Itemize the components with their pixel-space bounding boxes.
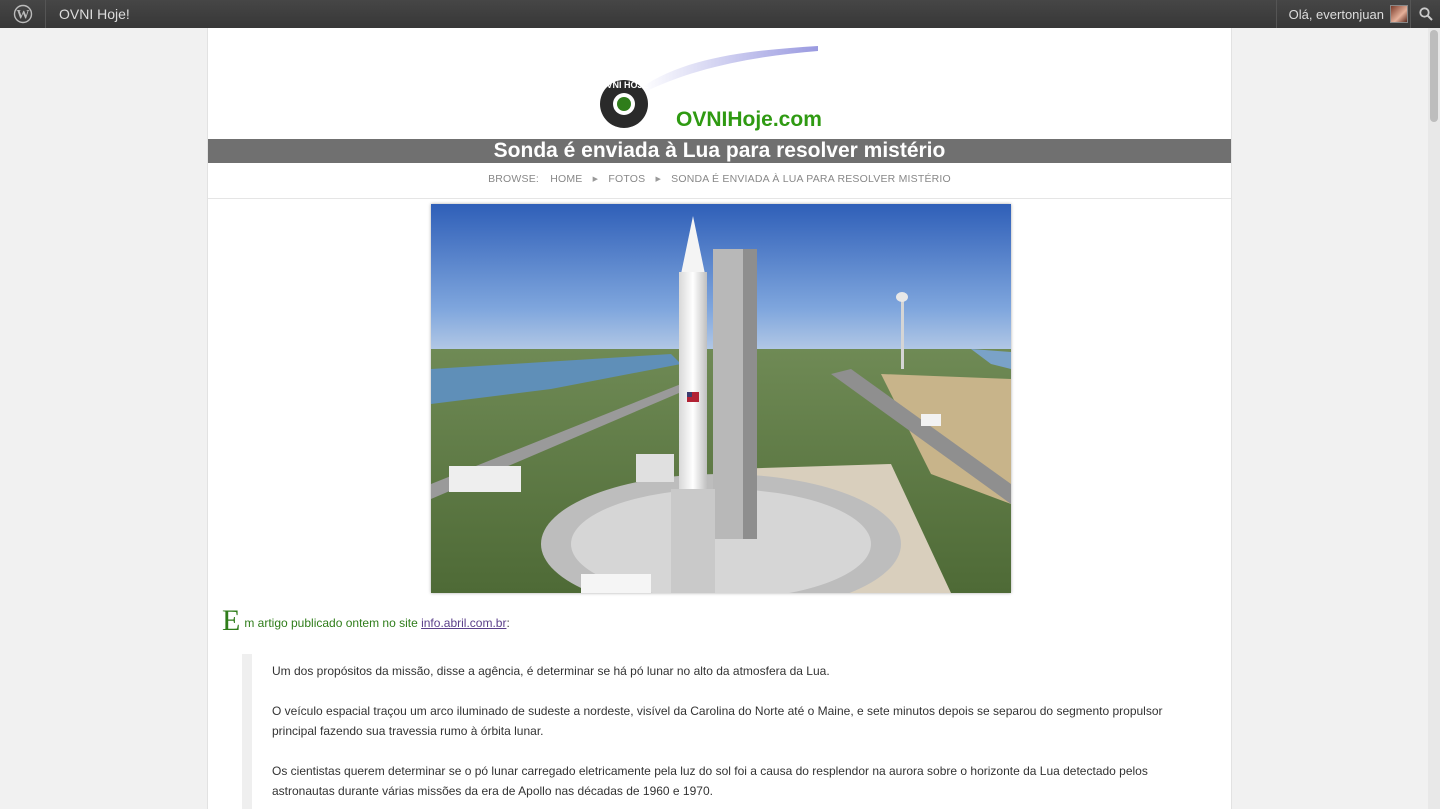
breadcrumb-home-link[interactable]: HOME — [550, 173, 582, 185]
breadcrumb-fotos-link[interactable]: FOTOS — [608, 173, 645, 185]
page-container: OVNI HOJE OVNIHoje.com Sonda é enviada à… — [207, 28, 1232, 809]
svg-text:W: W — [16, 7, 29, 22]
greeting-text: Olá, evertonjuan — [1288, 6, 1384, 22]
quote-paragraph: O veículo espacial traçou um arco ilumin… — [272, 704, 1163, 738]
blockquote: Um dos propósitos da missão, disse a agê… — [242, 654, 1202, 809]
quote-paragraph: Os cientistas querem determinar se o pó … — [272, 764, 1148, 798]
my-account-menu[interactable]: Olá, evertonjuan — [1275, 0, 1408, 28]
quote-paragraph: Um dos propósitos da missão, disse a agê… — [272, 664, 830, 678]
wordpress-logo-icon[interactable]: W — [0, 0, 46, 28]
breadcrumb: BROWSE: HOME ▶ FOTOS ▶ SONDA É ENVIADA À… — [208, 173, 1231, 185]
site-name-link[interactable]: OVNI Hoje! — [59, 0, 130, 28]
site-logo[interactable]: OVNI HOJE OVNIHoje.com — [596, 46, 822, 138]
post-intro: E m artigo publicado ontem no site info.… — [222, 604, 510, 637]
intro-text: m artigo publicado ontem no site — [244, 616, 422, 630]
intro-colon: : — [506, 616, 510, 630]
breadcrumb-label: BROWSE: — [488, 173, 540, 185]
breadcrumb-separator-icon: ▶ — [655, 176, 662, 183]
logo-ring-text: OVNI HOJE — [599, 80, 648, 90]
avatar — [1390, 5, 1408, 23]
breadcrumb-current: SONDA É ENVIADA À LUA PARA RESOLVER MIST… — [671, 173, 951, 185]
search-icon[interactable] — [1410, 0, 1440, 28]
scrollbar[interactable] — [1428, 28, 1440, 809]
divider — [208, 198, 1231, 199]
scrollbar-thumb[interactable] — [1430, 30, 1438, 122]
breadcrumb-separator-icon: ▶ — [592, 176, 599, 183]
source-link[interactable]: info.abril.com.br — [421, 616, 506, 630]
post-title: Sonda é enviada à Lua para resolver mist… — [208, 139, 1231, 163]
featured-image-rocket-launch-pad — [431, 204, 1011, 593]
drop-cap: E — [222, 604, 241, 637]
logo-wordmark: OVNIHoje.com — [676, 108, 821, 131]
admin-bar: W OVNI Hoje! Olá, evertonjuan — [0, 0, 1440, 28]
